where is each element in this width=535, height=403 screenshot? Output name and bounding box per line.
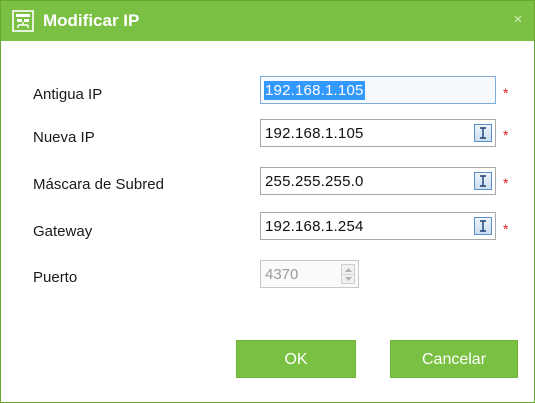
- network-settings-icon: [12, 10, 34, 32]
- old-ip-field[interactable]: 192.168.1.105: [260, 76, 496, 104]
- ok-button[interactable]: OK: [236, 340, 356, 378]
- subnet-mask-label: Máscara de Subred: [33, 176, 164, 193]
- port-label: Puerto: [33, 269, 78, 286]
- subnet-mask-value: 255.255.255.0: [265, 173, 364, 190]
- ip-cursor-icon[interactable]: [474, 124, 492, 142]
- new-ip-value: 192.168.1.105: [265, 125, 364, 142]
- ip-cursor-icon[interactable]: [474, 217, 492, 235]
- dialog-titlebar[interactable]: Modificar IP ×: [1, 1, 534, 41]
- cancel-button[interactable]: Cancelar: [390, 340, 518, 378]
- old-ip-label: Antigua IP: [33, 86, 103, 103]
- ip-cursor-icon[interactable]: [474, 172, 492, 190]
- gateway-label: Gateway: [33, 223, 93, 240]
- new-ip-required-marker: *: [503, 127, 509, 143]
- dialog-title: Modificar IP: [43, 11, 140, 30]
- new-ip-label: Nueva IP: [33, 129, 95, 146]
- close-button[interactable]: ×: [510, 12, 526, 28]
- port-spinner[interactable]: 4370: [260, 260, 359, 288]
- new-ip-field[interactable]: 192.168.1.105: [260, 119, 496, 147]
- port-value: 4370: [265, 266, 299, 283]
- subnet-mask-required-marker: *: [503, 175, 509, 191]
- port-stepper[interactable]: [341, 264, 355, 284]
- gateway-value: 192.168.1.254: [265, 218, 364, 235]
- chevron-down-icon[interactable]: [342, 274, 354, 283]
- old-ip-required-marker: *: [503, 85, 509, 101]
- gateway-required-marker: *: [503, 221, 509, 237]
- modify-ip-dialog: Modificar IP × Antigua IP 192.168.1.105 …: [0, 0, 535, 403]
- old-ip-value: 192.168.1.105: [264, 81, 365, 100]
- subnet-mask-field[interactable]: 255.255.255.0: [260, 167, 496, 195]
- gateway-field[interactable]: 192.168.1.254: [260, 212, 496, 240]
